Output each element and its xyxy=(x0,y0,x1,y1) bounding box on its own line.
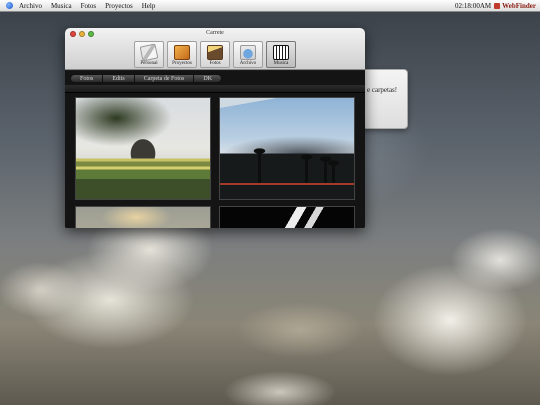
toolbar-label: Personal xyxy=(140,61,158,66)
toolbar-label: Proyectos xyxy=(172,61,192,66)
photo-grid xyxy=(75,97,355,228)
photo-thumbnail-statue[interactable] xyxy=(75,97,211,200)
musica-icon xyxy=(273,45,289,60)
webfinder-icon xyxy=(494,2,501,9)
menu-archivo[interactable]: Archivo xyxy=(19,2,42,10)
app-name[interactable]: WebFinder xyxy=(502,2,536,10)
archivo-icon xyxy=(240,45,256,60)
apple-logo-icon[interactable] xyxy=(6,2,13,9)
tab-strip-background xyxy=(65,85,365,93)
fotos-icon xyxy=(207,45,223,60)
background-dialog-text: e carpetas! xyxy=(367,86,398,94)
photo-thumbnail-palms[interactable] xyxy=(219,97,355,200)
tab-carpeta-de-fotos[interactable]: Carpeta de Fotos xyxy=(135,75,195,82)
toolbar-musica-button[interactable]: Musica xyxy=(266,41,296,68)
photo-thumbnail-dark[interactable] xyxy=(219,206,355,228)
toolbar-label: Musica xyxy=(273,61,289,66)
carrete-window: Carrete Personal Proyectos Fotos Archivo… xyxy=(65,28,365,228)
toolbar-archivo-button[interactable]: Archivo xyxy=(233,41,263,68)
personal-icon xyxy=(139,43,159,62)
toolbar-fotos-button[interactable]: Fotos xyxy=(200,41,230,68)
menu-status-area: 02:18:00AM WebFinder xyxy=(455,2,536,10)
window-title: Carrete xyxy=(206,30,224,36)
tab-fotos[interactable]: Fotos xyxy=(71,75,104,82)
toolbar-label: Fotos xyxy=(209,61,221,66)
tab-edits[interactable]: Edits xyxy=(103,75,135,82)
window-content: Fotos Edits Carpeta de Fotos DK xyxy=(65,71,365,228)
clock: 02:18:00AM xyxy=(454,1,492,10)
window-titlebar[interactable]: Carrete Personal Proyectos Fotos Archivo… xyxy=(65,28,365,70)
toolbar-personal-button[interactable]: Personal xyxy=(134,41,164,68)
toolbar-proyectos-button[interactable]: Proyectos xyxy=(167,41,197,68)
proyectos-icon xyxy=(174,45,190,60)
menu-proyectos[interactable]: Proyectos xyxy=(105,2,133,10)
toolbar: Personal Proyectos Fotos Archivo Musica xyxy=(65,41,365,68)
menu-help[interactable]: Help xyxy=(142,2,156,10)
menu-musica[interactable]: Musica xyxy=(51,2,72,10)
toolbar-label: Archivo xyxy=(239,61,257,66)
photo-thumbnail-sky[interactable] xyxy=(75,206,211,228)
tab-dk[interactable]: DK xyxy=(194,75,221,82)
menu-fotos[interactable]: Fotos xyxy=(81,2,97,10)
tab-bar: Fotos Edits Carpeta de Fotos DK xyxy=(70,74,223,83)
menu-bar: Archivo Musica Fotos Proyectos Help 02:1… xyxy=(0,0,540,12)
